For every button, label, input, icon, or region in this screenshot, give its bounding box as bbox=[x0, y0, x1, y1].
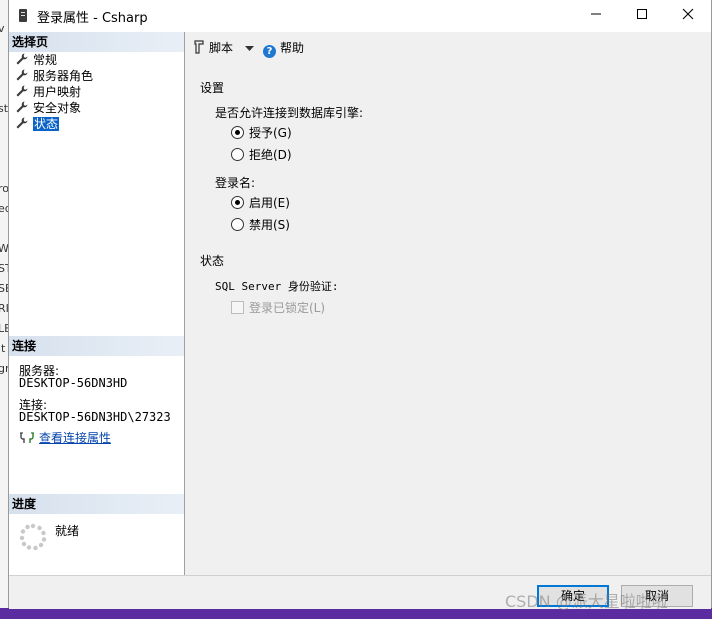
sidebar-item-label: 服务器角色 bbox=[33, 69, 94, 83]
minimize-button[interactable] bbox=[573, 0, 619, 32]
sidebar-item-securables[interactable]: 安全对象 bbox=[15, 100, 81, 116]
status-header: 状态 bbox=[200, 254, 225, 268]
sidebar-item-label: 常规 bbox=[33, 53, 58, 67]
settings-header: 设置 bbox=[200, 81, 225, 95]
script-dropdown-button[interactable] bbox=[245, 39, 254, 57]
sidebar-item-label: 用户映射 bbox=[33, 85, 82, 99]
login-label: 登录名: bbox=[215, 176, 256, 190]
enable-label: 启用(E) bbox=[249, 196, 290, 210]
bg-fragment: gr bbox=[0, 362, 8, 375]
view-connection-properties-link[interactable]: 查看连接属性 bbox=[19, 429, 111, 446]
checkbox-indicator bbox=[231, 301, 244, 314]
enable-radio[interactable]: 启用(E) bbox=[231, 196, 290, 210]
select-page-header: 选择页 bbox=[9, 32, 184, 52]
wrench-icon bbox=[16, 117, 28, 129]
db-engine-question: 是否允许连接到数据库引擎: bbox=[215, 106, 364, 120]
chevron-down-icon bbox=[245, 46, 254, 51]
bg-fragment: RI bbox=[0, 302, 8, 315]
script-icon bbox=[194, 40, 204, 54]
main-pane: 脚本 ? 帮助 设置 是否允许连接到数据库引擎: 授予(G) 拒绝(D) 登录名:… bbox=[185, 32, 711, 575]
background-app-strip: v st ro ed W ST SE RI LE it gr bbox=[0, 0, 8, 619]
progress-status: 就绪 bbox=[55, 524, 80, 538]
sidebar-item-general[interactable]: 常规 bbox=[15, 52, 57, 68]
title-bar: 登录属性 - Csharp bbox=[9, 0, 711, 32]
connection-plug-icon bbox=[20, 432, 34, 443]
help-label: 帮助 bbox=[280, 41, 305, 55]
progress-header: 进度 bbox=[9, 494, 184, 514]
wrench-icon bbox=[16, 85, 28, 97]
deny-label: 拒绝(D) bbox=[249, 148, 292, 162]
watermark: CSDN @派大星啦啦啦 bbox=[505, 592, 668, 611]
wrench-icon bbox=[16, 101, 28, 113]
sidebar-item-status[interactable]: 状态 bbox=[15, 116, 60, 132]
radio-indicator bbox=[231, 126, 244, 139]
close-button[interactable] bbox=[665, 0, 711, 32]
wrench-icon bbox=[16, 69, 28, 81]
login-locked-label: 登录已锁定(L) bbox=[249, 301, 326, 315]
close-icon bbox=[682, 8, 694, 20]
sql-auth-label: SQL Server 身份验证: bbox=[215, 280, 339, 293]
bg-fragment: it bbox=[0, 342, 6, 355]
bg-fragment: W bbox=[0, 242, 8, 255]
bg-fragment: SE bbox=[0, 282, 8, 295]
login-locked-checkbox[interactable]: 登录已锁定(L) bbox=[231, 301, 325, 315]
radio-indicator bbox=[231, 148, 244, 161]
connection-value: DESKTOP-56DN3HD\27323 bbox=[19, 410, 171, 424]
wrench-icon bbox=[16, 53, 28, 65]
bg-fragment: st bbox=[0, 102, 8, 115]
script-button[interactable]: 脚本 bbox=[193, 39, 233, 57]
grant-radio[interactable]: 授予(G) bbox=[231, 126, 292, 140]
sidebar-item-server-roles[interactable]: 服务器角色 bbox=[15, 68, 93, 84]
bg-fragment: v bbox=[0, 22, 5, 35]
sidebar-item-label: 状态 bbox=[33, 117, 60, 131]
server-value: DESKTOP-56DN3HD bbox=[19, 376, 128, 390]
radio-indicator bbox=[231, 196, 244, 209]
minimize-icon bbox=[591, 13, 601, 15]
app-icon bbox=[19, 9, 27, 22]
left-pane: 选择页 常规 服务器角色 用户映射 安全对象 状态 连接 服务器: DESKTO… bbox=[9, 32, 185, 575]
maximize-button[interactable] bbox=[619, 0, 665, 32]
bg-fragment: ST bbox=[0, 262, 8, 275]
maximize-icon bbox=[637, 9, 647, 19]
view-connection-properties-label: 查看连接属性 bbox=[39, 431, 112, 445]
help-icon: ? bbox=[263, 45, 276, 58]
bg-fragment: ro bbox=[0, 182, 8, 195]
sidebar-item-user-mapping[interactable]: 用户映射 bbox=[15, 84, 81, 100]
disable-label: 禁用(S) bbox=[249, 218, 290, 232]
window-title: 登录属性 - Csharp bbox=[37, 11, 148, 26]
radio-indicator bbox=[231, 218, 244, 231]
grant-label: 授予(G) bbox=[249, 126, 292, 140]
deny-radio[interactable]: 拒绝(D) bbox=[231, 148, 292, 162]
sidebar-item-label: 安全对象 bbox=[33, 101, 82, 115]
script-label: 脚本 bbox=[209, 41, 234, 55]
disable-radio[interactable]: 禁用(S) bbox=[231, 218, 290, 232]
bg-fragment: LE bbox=[0, 322, 8, 335]
login-properties-dialog: 登录属性 - Csharp 选择页 常规 服务器角色 用户映射 安全对象 状态 … bbox=[8, 0, 712, 609]
bg-fragment: ed bbox=[0, 202, 8, 215]
connection-header: 连接 bbox=[9, 336, 184, 356]
progress-spinner-icon bbox=[19, 523, 47, 551]
help-button[interactable]: ? 帮助 bbox=[263, 39, 305, 58]
